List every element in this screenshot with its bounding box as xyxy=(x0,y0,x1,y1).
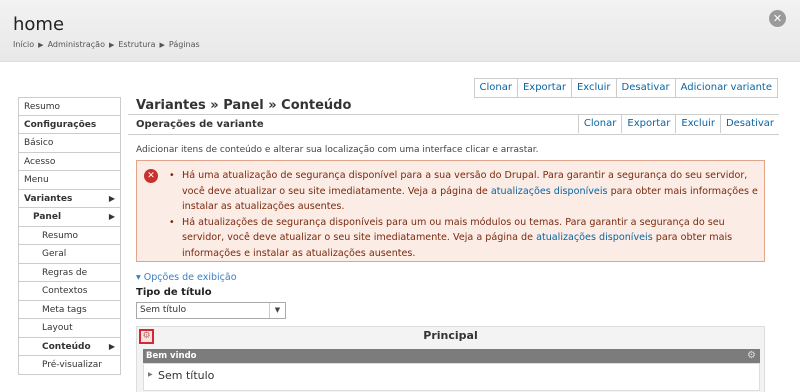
sidebar-item[interactable]: Contextos xyxy=(18,282,121,301)
breadcrumb-estrutura[interactable]: Estrutura xyxy=(118,40,155,49)
sidebar-item[interactable]: Configurações xyxy=(18,115,121,134)
sidebar-item[interactable]: Resumo xyxy=(18,226,121,245)
sidebar-item-label: Acesso xyxy=(24,156,56,167)
sidebar-item[interactable]: Variantes ▶ xyxy=(18,189,121,208)
sidebar-item[interactable]: Panel ▶ xyxy=(18,208,121,227)
help-text: Adicionar itens de conteúdo e alterar su… xyxy=(136,145,539,155)
expand-icon[interactable]: ▶ xyxy=(148,371,153,378)
export-variant-button[interactable]: Exportar xyxy=(516,79,571,97)
sidebar-item-label: Geral xyxy=(42,249,67,259)
ops-clone-button[interactable]: Clonar xyxy=(579,115,621,133)
sidebar-item[interactable]: Conteúdo ▶ xyxy=(18,337,121,356)
sidebar-item[interactable]: Resumo xyxy=(18,97,121,116)
disable-variant-button[interactable]: Desativar xyxy=(615,79,675,97)
clone-variant-button[interactable]: Clonar xyxy=(475,79,517,97)
error-item: Há uma atualização de segurança disponív… xyxy=(169,168,759,215)
sidebar-item-label: Pré-visualizar xyxy=(42,360,102,370)
sidebar-nav: Resumo Configurações Básico Acesso Menu Varia… xyxy=(18,97,121,375)
delete-variant-button[interactable]: Excluir xyxy=(570,79,616,97)
sidebar-item-label: Menu xyxy=(24,175,49,185)
region-principal: ⚙ Principal Bem vindo ⚙ ▶ Sem título xyxy=(136,326,765,392)
error-item: Há atualizações de segurança disponíveis… xyxy=(169,215,759,262)
sidebar-item[interactable]: Básico xyxy=(18,134,121,153)
page-title: home xyxy=(13,14,65,35)
available-updates-link[interactable]: atualizações disponíveis xyxy=(536,232,653,243)
ops-export-button[interactable]: Exportar xyxy=(621,115,675,133)
pane-content: Sem título xyxy=(158,369,215,382)
sidebar-item[interactable]: Acesso xyxy=(18,152,121,171)
variant-top-actions: Clonar Exportar Excluir Desativar Adicio… xyxy=(473,78,778,98)
available-updates-link[interactable]: atualizações disponíveis xyxy=(491,186,608,197)
title-type-label: Tipo de título xyxy=(136,287,212,298)
sidebar-item[interactable]: Regras de seleção xyxy=(18,263,121,296)
sidebar-item-label: Layout xyxy=(42,323,73,333)
variant-operations-actions: Clonar Exportar Excluir Desativar xyxy=(577,115,779,133)
add-variant-button[interactable]: Adicionar variante xyxy=(674,79,777,97)
sidebar-item[interactable]: Geral xyxy=(18,245,121,264)
display-options-toggle[interactable]: ▾ Opções de exibição xyxy=(136,272,237,283)
content-title: Variantes » Panel » Conteúdo xyxy=(128,97,779,115)
sidebar-item-label: Resumo xyxy=(42,230,79,241)
breadcrumb-administracao[interactable]: Administração xyxy=(48,40,105,49)
sidebar-item[interactable]: Layout xyxy=(18,319,121,338)
overlay-header: home Início ▶ Administração ▶ Estrutura ▶ Pági… xyxy=(0,0,800,62)
sidebar-item-label: Básico xyxy=(24,138,54,148)
error-list: Há uma atualização de segurança disponív… xyxy=(169,168,759,261)
chevron-right-icon: ▶ xyxy=(108,212,115,221)
sidebar-item-label: Contextos xyxy=(42,286,88,296)
gear-icon[interactable]: ⚙ xyxy=(747,349,756,363)
region-title: Principal xyxy=(423,329,478,342)
chevron-right-icon: ▶ xyxy=(108,341,115,351)
pane-title: Bem vindo xyxy=(146,351,197,361)
sidebar-item-label: Variantes xyxy=(24,193,73,204)
operations-title: Operações de variante xyxy=(136,119,264,130)
chevron-right-icon: ▶ xyxy=(108,193,115,203)
breadcrumb: Início ▶ Administração ▶ Estrutura ▶ Páginas xyxy=(13,40,200,49)
error-message: ✕ Há uma atualização de segurança dispon… xyxy=(136,160,765,262)
sidebar-item-label: Conteúdo xyxy=(42,341,91,352)
chevron-down-icon: ▼ xyxy=(269,303,285,318)
ops-disable-button[interactable]: Desativar xyxy=(719,115,779,133)
close-icon[interactable]: ✕ xyxy=(769,10,786,27)
breadcrumb-inicio[interactable]: Início xyxy=(13,40,34,49)
sidebar-item[interactable]: Pré-visualizar xyxy=(18,356,121,375)
pane-header[interactable]: Bem vindo ⚙ xyxy=(143,349,760,363)
breadcrumb-separator-icon: ▶ xyxy=(108,41,115,49)
sidebar-item-label: Configurações xyxy=(24,119,97,130)
sidebar-item-label: Panel xyxy=(33,212,62,222)
breadcrumb-separator-icon: ▶ xyxy=(159,41,165,49)
title-type-select[interactable]: Sem título ▼ xyxy=(136,302,286,319)
variant-operations-bar: Operações de variante Clonar Exportar Ex… xyxy=(128,115,779,135)
pane-body: ▶ Sem título xyxy=(143,363,760,391)
sidebar-item-label: Resumo xyxy=(24,102,61,112)
sidebar-item-label: Meta tags xyxy=(42,304,87,315)
breadcrumb-separator-icon: ▶ xyxy=(38,41,44,49)
error-icon: ✕ xyxy=(144,169,158,183)
sidebar-item[interactable]: Menu xyxy=(18,171,121,190)
main-content: Variantes » Panel » Conteúdo Operações d… xyxy=(128,97,779,392)
sidebar-item[interactable]: Meta tags xyxy=(18,300,121,319)
title-type-value: Sem título xyxy=(140,305,187,315)
ops-delete-button[interactable]: Excluir xyxy=(675,115,720,133)
breadcrumb-paginas[interactable]: Páginas xyxy=(169,40,200,49)
